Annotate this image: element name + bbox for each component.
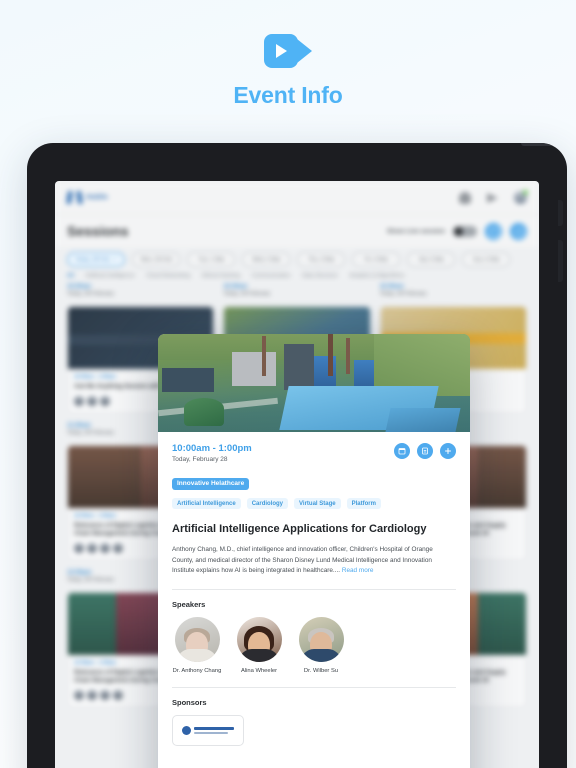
day-group-header: 10:00am Today, 28 February — [223, 284, 370, 297]
session-date: Today, February 28 — [172, 456, 228, 463]
save-to-calendar-button[interactable] — [394, 443, 410, 459]
session-action-buttons — [394, 443, 456, 459]
session-description-text: Anthony Chang, M.D., chief intelligence … — [172, 546, 433, 575]
logo-text: Hubilo — [86, 194, 108, 201]
tag-platform[interactable]: Platform — [346, 498, 381, 509]
topbar-icons — [459, 190, 528, 204]
date-chip-6[interactable]: Sat, 5 Mar — [407, 252, 456, 267]
category-3[interactable]: Ethical Hacking — [202, 273, 240, 279]
sponsor-item[interactable]: Continental Healthcare — [172, 714, 244, 746]
session-time: 10:00am - 1:00pm — [172, 443, 252, 454]
speaker-name: Dr. Wilber Su — [303, 667, 339, 674]
day-group-header: 10:00am Today, 28 February — [67, 284, 214, 297]
speakers-list: Dr. Anthony Chang Alina Wheeler Dr. Wilb… — [172, 616, 456, 675]
date-chip-4[interactable]: Thu, 3 Mar — [297, 252, 346, 267]
bell-icon[interactable] — [459, 191, 471, 204]
sponsors-section: Sponsors Continental Healthcare — [158, 688, 470, 746]
category-6[interactable]: Analytics & Algorithms — [350, 273, 404, 279]
date-chip-label: Today, 28 Feb — [75, 256, 110, 263]
day-group-date: Today, 28 February — [223, 291, 271, 297]
device-volume-up-button — [558, 200, 563, 226]
speakers-section: Speakers Dr. Anthony Chang Alina Wheeler — [158, 590, 470, 675]
category-all[interactable]: All — [67, 273, 74, 279]
device-volume-down-button — [558, 240, 563, 282]
speaker-avatar — [174, 616, 220, 662]
speaker-item[interactable]: Dr. Wilber Su — [296, 616, 346, 675]
day-group-time: 10:00am — [223, 284, 248, 290]
app-logo[interactable]: Hubilo — [67, 191, 108, 204]
category-2[interactable]: Cloud Networking — [147, 273, 190, 279]
date-chip-1[interactable]: Mon, 29 Feb — [132, 252, 181, 267]
date-chip-3[interactable]: Wed, 2 Mar — [242, 252, 291, 267]
day-group-date: Today, 28 February — [379, 291, 427, 297]
send-icon[interactable] — [487, 192, 498, 203]
tablet-screen: Hubilo Sessions Show Live session Today,… — [55, 181, 539, 768]
page-title: Sessions — [67, 223, 129, 239]
live-session-toggle[interactable] — [453, 225, 477, 237]
session-detail-body: 10:00am - 1:00pm Today, February 28 Inno… — [158, 432, 470, 577]
date-chip-2[interactable]: Tue, 1 Mar — [187, 252, 236, 267]
date-chip-7[interactable]: Sun, 6 Mar — [462, 252, 511, 267]
live-toggle-label: Show Live session — [386, 227, 445, 235]
promo-header: Event Info — [0, 34, 576, 109]
speaker-name: Dr. Anthony Chang — [172, 667, 222, 674]
speaker-name: Alina Wheeler — [240, 667, 278, 674]
logo-mark-icon — [67, 191, 82, 204]
session-time-row: 10:00am - 1:00pm Today, February 28 — [172, 443, 456, 463]
check-icon: ✓ — [112, 257, 118, 263]
grid-view-button[interactable] — [485, 222, 502, 240]
category-4[interactable]: Communication — [252, 273, 290, 279]
read-more-link[interactable]: Read more — [342, 567, 374, 574]
date-chip-0[interactable]: Today, 28 Feb ✓ — [67, 252, 126, 267]
date-filter-chips: Today, 28 Feb ✓ Mon, 29 Feb Tue, 1 Mar W… — [55, 247, 539, 270]
session-description: Anthony Chang, M.D., chief intelligence … — [172, 545, 456, 577]
session-tags: Artificial Intelligence Cardiology Virtu… — [172, 498, 456, 509]
header-controls: Show Live session — [386, 222, 527, 240]
device-power-button — [521, 143, 555, 146]
app-topbar: Hubilo — [55, 181, 539, 215]
tag-virtual-stage[interactable]: Virtual Stage — [294, 498, 341, 509]
avatar-icon[interactable] — [514, 190, 528, 204]
day-group-time: 10:00am — [67, 284, 92, 290]
video-camera-icon — [264, 34, 312, 68]
speaker-avatar — [236, 616, 282, 662]
more-actions-button[interactable] — [440, 443, 456, 459]
tablet-device-frame: Hubilo Sessions Show Live session Today,… — [27, 143, 567, 768]
category-filter-row: All Artificial Intelligence Cloud Networ… — [55, 270, 539, 284]
calendar-view-button[interactable] — [510, 222, 527, 240]
date-chip-5[interactable]: Fri, 4 Mar — [352, 252, 401, 267]
session-hero-image — [158, 334, 470, 432]
sponsor-logo-icon — [182, 725, 191, 735]
day-group-header: 10:00am Today, 28 February — [380, 284, 527, 297]
promo-title: Event Info — [233, 82, 343, 108]
day-group-date: Today, 28 February — [67, 291, 114, 297]
speaker-item[interactable]: Alina Wheeler — [234, 616, 284, 675]
tag-artificial-intelligence[interactable]: Artificial Intelligence — [172, 498, 241, 509]
category-5[interactable]: Data Structure — [302, 273, 337, 279]
app-page-header: Sessions Show Live session — [55, 215, 539, 247]
session-category-badge-row: Innovative Helathcare — [172, 472, 456, 490]
session-title: Artificial Intelligence Applications for… — [172, 523, 427, 535]
sponsors-heading: Sponsors — [172, 697, 207, 707]
sponsor-logo-text — [194, 726, 234, 734]
day-group-time: 10:00am — [379, 284, 404, 290]
category-1[interactable]: Artificial Intelligence — [86, 273, 135, 279]
status-badge: Innovative Helathcare — [172, 477, 250, 490]
tag-cardiology[interactable]: Cardiology — [246, 498, 289, 509]
session-detail-modal: 10:00am - 1:00pm Today, February 28 Inno… — [158, 334, 470, 768]
speakers-heading: Speakers — [172, 599, 206, 609]
add-to-schedule-button[interactable] — [417, 443, 433, 459]
speaker-avatar — [298, 616, 344, 662]
speaker-item[interactable]: Dr. Anthony Chang — [172, 616, 222, 675]
session-time-block: 10:00am - 1:00pm Today, February 28 — [172, 443, 252, 463]
